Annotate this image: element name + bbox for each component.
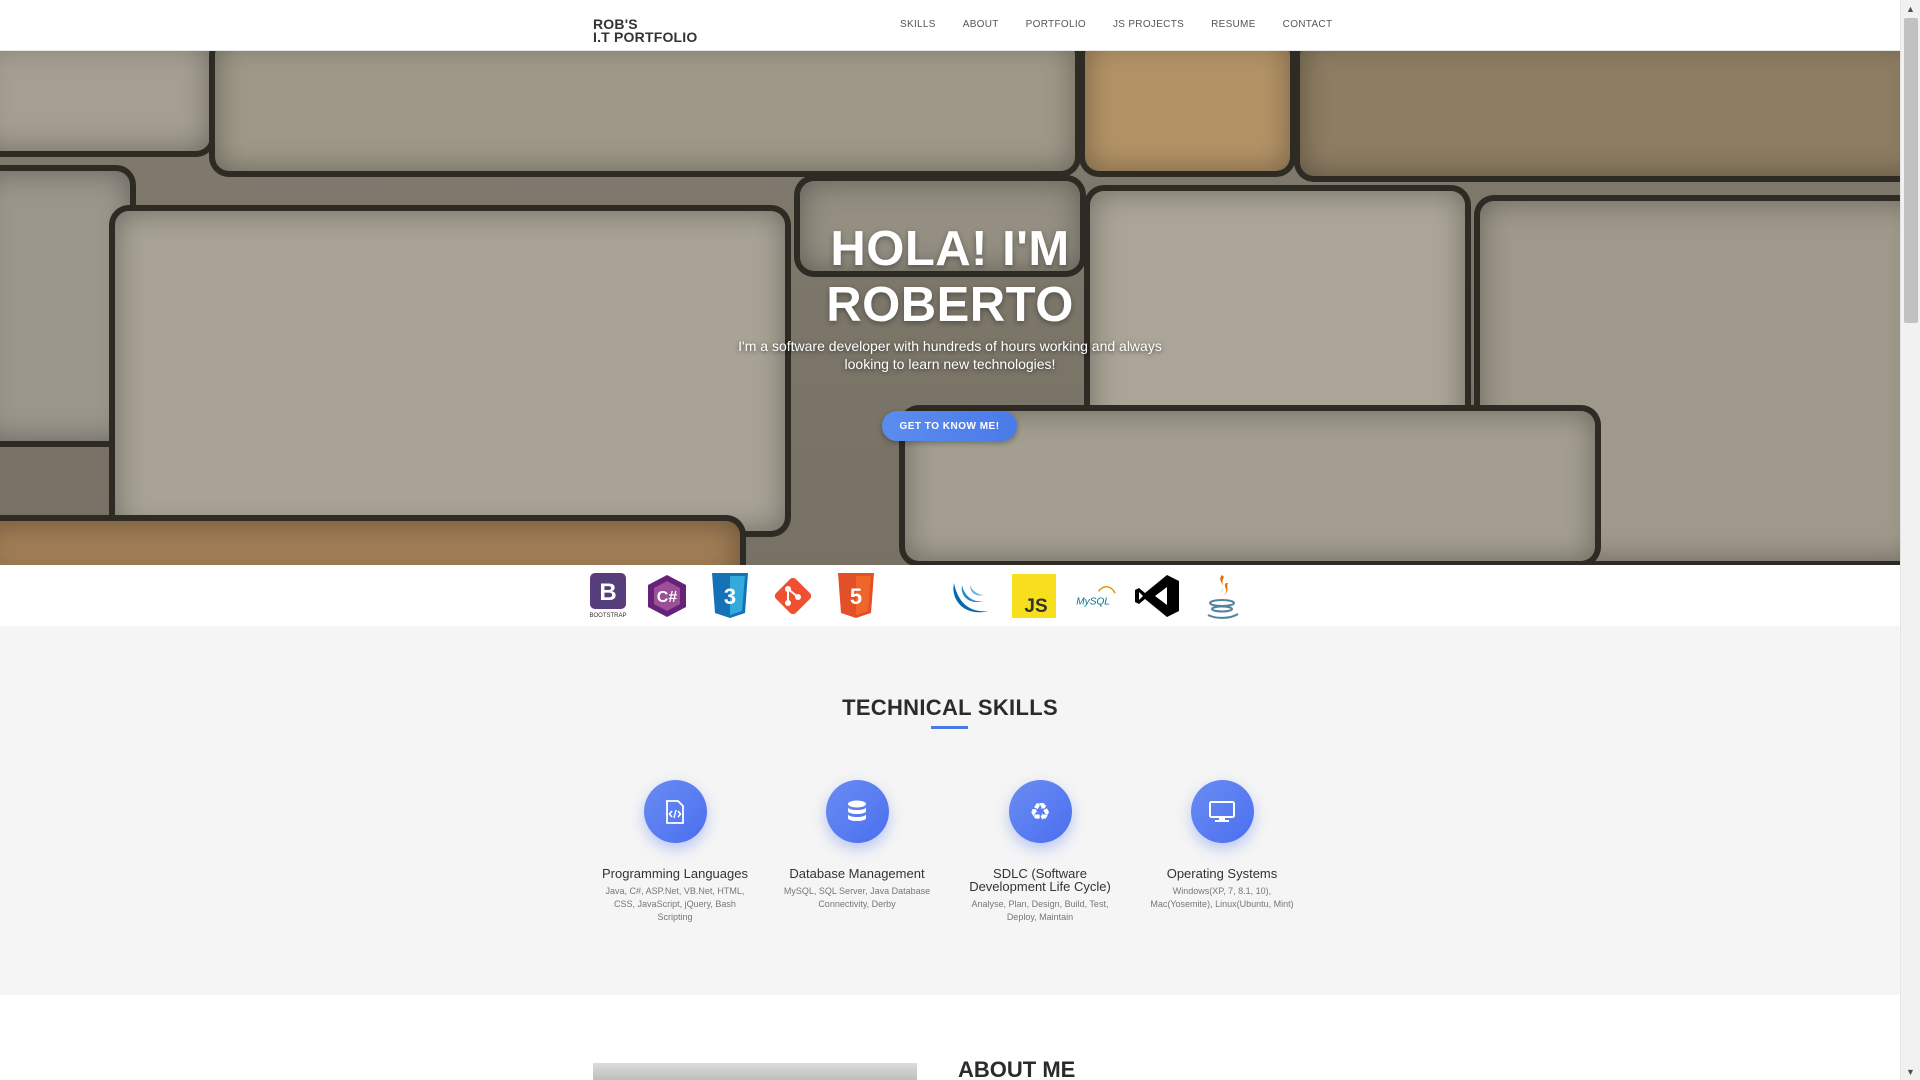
hero-title-line-2: ROBERTO	[826, 278, 1074, 332]
skill-description: Java, C#, ASP.Net, VB.Net, HTML, CSS, Ja…	[605, 886, 745, 922]
database-icon	[825, 780, 889, 843]
visual-studio-icon	[1135, 573, 1181, 619]
hero-subtitle-line-2: looking to learn new technologies!	[844, 356, 1056, 372]
hero-content: HOLA! I'M ROBERTO I'm a software develop…	[0, 51, 1900, 565]
skill-name: SDLC (Software Development Life Cycle)	[969, 866, 1111, 894]
hero-section: HOLA! I'M ROBERTO I'm a software develop…	[0, 51, 1900, 565]
recycle-icon: ♻	[1008, 780, 1072, 843]
about-image	[593, 1063, 917, 1080]
svg-text:5: 5	[850, 584, 862, 609]
page: ROB'S I.T PORTFOLIO SKILLS ABOUT PORTFOL…	[0, 0, 1900, 1080]
title-underline	[931, 726, 968, 729]
javascript-icon: JS	[1011, 573, 1057, 619]
monitor-icon	[1190, 780, 1254, 843]
scroll-down-arrow-icon[interactable]: ▼	[1901, 1063, 1920, 1080]
skill-card-sdlc: ♻ SDLC (Software Development Life Cycle)…	[960, 780, 1120, 924]
html5-icon: 5	[833, 573, 879, 619]
nav-link-js-projects[interactable]: JS PROJECTS	[1113, 19, 1184, 30]
nav-link-resume[interactable]: RESUME	[1211, 19, 1256, 30]
svg-text:MySQL: MySQL	[1076, 596, 1110, 607]
java-icon	[1199, 573, 1245, 619]
skill-name: Programming Languages	[602, 866, 748, 881]
scroll-up-arrow-icon[interactable]: ▲	[1901, 0, 1920, 17]
nav-links: SKILLS ABOUT PORTFOLIO JS PROJECTS RESUM…	[900, 19, 1359, 30]
skill-name: Database Management	[789, 866, 925, 881]
nav-link-contact[interactable]: CONTACT	[1283, 19, 1333, 30]
svg-text:BOOTSTRAP: BOOTSTRAP	[589, 613, 626, 619]
hero-subtitle-line-1: I'm a software developer with hundreds o…	[738, 338, 1162, 354]
skill-description: Analyse, Plan, Design, Build, Test, Depl…	[971, 899, 1109, 922]
nav-link-about[interactable]: ABOUT	[963, 19, 999, 30]
svg-text:C#: C#	[657, 589, 678, 606]
page-scrollbar[interactable]: ▲ ▼	[1900, 0, 1920, 1080]
skill-name: Operating Systems	[1166, 866, 1278, 881]
jquery-icon	[948, 573, 994, 619]
hero-subtitle: I'm a software developer with hundreds o…	[735, 337, 1165, 373]
brand-line-2: I.T PORTFOLIO	[593, 29, 698, 45]
git-icon	[770, 573, 816, 619]
section-title: TECHNICAL SKILLS	[842, 695, 1058, 720]
navbar: ROB'S I.T PORTFOLIO SKILLS ABOUT PORTFOL…	[0, 0, 1900, 51]
svg-text:3: 3	[724, 584, 736, 609]
csharp-icon: C#	[644, 573, 690, 619]
skill-card-operating-systems: Operating Systems Windows(XP, 7, 8.1, 10…	[1142, 780, 1302, 911]
skill-description: MySQL, SQL Server, Java Database Connect…	[783, 886, 931, 909]
technical-skills-section: TECHNICAL SKILLS Programming Languages J…	[0, 626, 1900, 995]
about-title: ABOUT ME	[958, 1057, 1076, 1080]
mysql-icon: MySQL	[1071, 573, 1117, 619]
css3-icon: 3	[707, 573, 753, 619]
nav-link-skills[interactable]: SKILLS	[900, 19, 936, 30]
about-section: ABOUT ME	[0, 995, 1900, 1080]
tech-logos-strip: B BOOTSTRAP C# 3 5 JS MySQL	[0, 565, 1900, 626]
skill-card-database: Database Management MySQL, SQL Server, J…	[777, 780, 937, 911]
svg-text:B: B	[599, 579, 616, 606]
brand-logo[interactable]: ROB'S I.T PORTFOLIO	[593, 17, 698, 45]
hero-title-line-1: HOLA! I'M	[830, 222, 1070, 276]
nav-link-portfolio[interactable]: PORTFOLIO	[1026, 19, 1086, 30]
hero-title: HOLA! I'M ROBERTO	[0, 221, 1900, 333]
code-file-icon	[643, 780, 707, 843]
bootstrap-icon: B BOOTSTRAP	[585, 573, 631, 619]
get-to-know-me-button[interactable]: GET TO KNOW ME!	[882, 411, 1017, 441]
svg-text:JS: JS	[1024, 596, 1047, 617]
scroll-thumb[interactable]	[1904, 18, 1918, 323]
skill-description: Windows(XP, 7, 8.1, 10), Mac(Yosemite), …	[1150, 886, 1294, 909]
skill-card-programming: Programming Languages Java, C#, ASP.Net,…	[595, 780, 755, 924]
